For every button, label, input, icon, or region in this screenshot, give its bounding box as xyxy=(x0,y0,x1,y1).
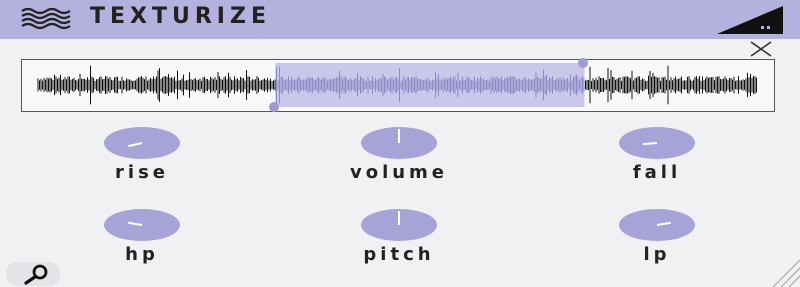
fall-control: fall xyxy=(577,127,737,183)
waveform-graph[interactable] xyxy=(22,60,773,110)
pitch-knob[interactable] xyxy=(361,209,437,241)
rise-label: rise xyxy=(115,162,169,183)
lp-label: lp xyxy=(643,244,671,265)
rise-control: rise xyxy=(62,127,222,183)
fall-knob[interactable] xyxy=(619,127,695,159)
hp-label: hp xyxy=(125,244,159,265)
hp-knob[interactable] xyxy=(104,209,180,241)
close-icon[interactable] xyxy=(748,40,774,58)
pitch-control: pitch xyxy=(319,209,479,265)
waves-icon xyxy=(21,7,71,30)
resize-grip-icon[interactable] xyxy=(765,258,800,287)
volume-control: volume xyxy=(319,127,479,183)
volume-label: volume xyxy=(349,162,449,183)
rise-knob[interactable] xyxy=(104,127,180,159)
magnifier-icon[interactable] xyxy=(6,262,60,286)
level-meter-icon xyxy=(717,6,783,34)
volume-knob[interactable] xyxy=(361,127,437,159)
waveform-display[interactable] xyxy=(21,59,775,112)
fall-label: fall xyxy=(632,162,682,183)
lp-control: lp xyxy=(577,209,737,265)
pitch-label: pitch xyxy=(363,244,435,265)
title-bar: TEXTURIZE xyxy=(0,0,800,39)
app-title: TEXTURIZE xyxy=(90,4,271,29)
lp-knob[interactable] xyxy=(619,209,695,241)
hp-control: hp xyxy=(62,209,222,265)
